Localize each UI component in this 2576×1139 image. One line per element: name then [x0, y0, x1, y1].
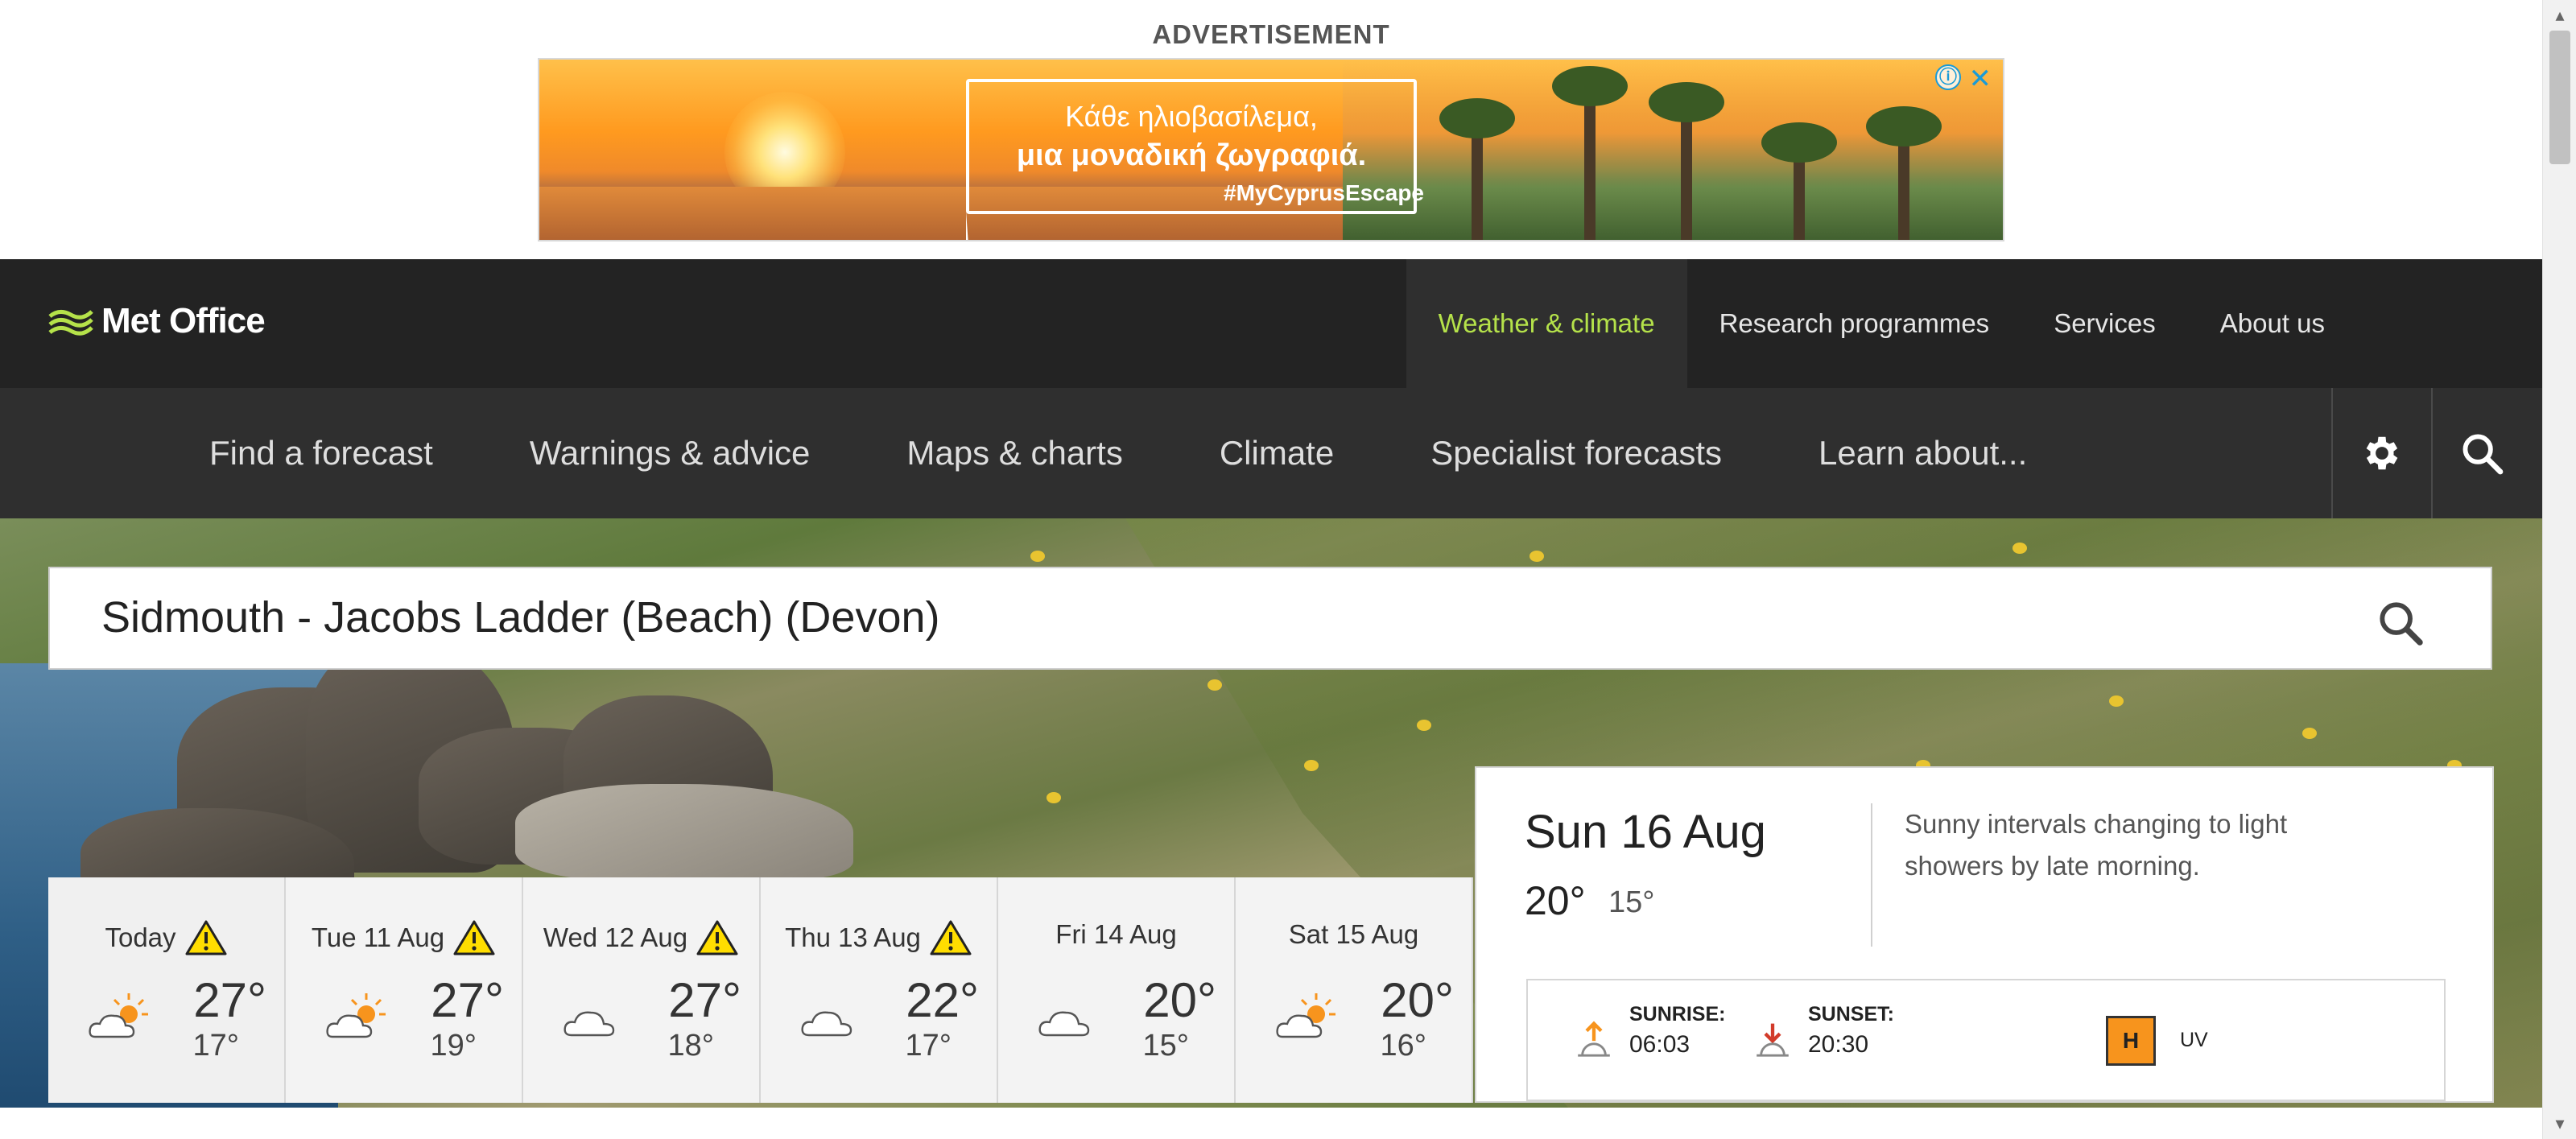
subnav-warnings-advice[interactable]: Warnings & advice: [481, 388, 859, 518]
warning-triangle-icon[interactable]: [452, 919, 496, 956]
met-office-logo-icon: [48, 310, 93, 336]
day-header: Wed 12 Aug: [523, 919, 759, 956]
cloud-icon: [801, 1011, 852, 1037]
cloud-icon: [1038, 1011, 1090, 1037]
ad-headline-line2: μια μοναδική ζωγραφιά.: [1016, 138, 1367, 172]
forecast-day-tab[interactable]: Today 27° 17°: [48, 877, 286, 1103]
detail-divider: [1871, 803, 1872, 947]
search-icon[interactable]: [2375, 597, 2426, 649]
warning-triangle-icon[interactable]: [929, 919, 972, 956]
primary-navigation: Met Office Weather & climate Research pr…: [0, 259, 2542, 388]
sunset-time: 20:30: [1808, 1031, 1869, 1058]
uv-label: UV: [2180, 1029, 2208, 1051]
sunny-intervals-icon: [89, 993, 148, 1038]
day-header: Fri 14 Aug: [998, 919, 1234, 950]
day-header: Today: [48, 919, 284, 956]
gear-icon: [2366, 436, 2398, 470]
scroll-thumb[interactable]: [2549, 31, 2570, 164]
sunny-intervals-icon: [1276, 993, 1335, 1038]
subnav-find-a-forecast[interactable]: Find a forecast: [161, 388, 481, 518]
detail-max-temp: 20°: [1525, 878, 1586, 923]
brand-name: Met Office: [101, 301, 266, 340]
day-header: Sat 15 Aug: [1236, 919, 1472, 950]
sunrise-time: 06:03: [1629, 1031, 1690, 1058]
subnav-maps-charts[interactable]: Maps & charts: [858, 388, 1170, 518]
day-header: Thu 13 Aug: [761, 919, 997, 956]
subnav-climate[interactable]: Climate: [1171, 388, 1382, 518]
sub-nav-links: Find a forecast Warnings & advice Maps &…: [161, 388, 2075, 518]
day-min-temp: 16°: [1380, 1029, 1426, 1063]
nav-research-programmes[interactable]: Research programmes: [1687, 259, 2022, 388]
day-max-temp: 20°: [1381, 973, 1454, 1027]
day-label: Tue 11 Aug: [311, 922, 445, 952]
day-min-temp: 19°: [430, 1029, 477, 1063]
uv-index-badge[interactable]: H: [2106, 1016, 2156, 1066]
nav-weather-climate[interactable]: Weather & climate: [1406, 259, 1687, 388]
subnav-specialist-forecasts[interactable]: Specialist forecasts: [1382, 388, 1770, 518]
day-label: Thu 13 Aug: [785, 922, 921, 952]
day-max-temp: 20°: [1143, 973, 1216, 1027]
sunset-icon: [1757, 1023, 1789, 1057]
met-office-logo[interactable]: Met Office: [48, 301, 266, 341]
ad-close-icon[interactable]: ✕: [1969, 63, 1992, 95]
sunny-intervals-icon: [326, 993, 386, 1038]
advertisement-label: ADVERTISEMENT: [1152, 19, 1390, 49]
day-detail-panel: Sun 16 Aug 20° 15° Sunny intervals chang…: [1475, 766, 2494, 1103]
scroll-up-arrow[interactable]: ▴: [2543, 3, 2576, 27]
cloud-icon: [564, 1011, 615, 1037]
top-nav-links: Weather & climate Research programmes Se…: [1406, 259, 2542, 388]
day-max-temp: 27°: [193, 973, 266, 1027]
forecast-day-tabs: Today 27° 17° Tue 11 Aug 27° 19° Wed 12 Aug 27°…: [48, 877, 1475, 1103]
day-max-temp: 27°: [668, 973, 741, 1027]
advertisement-banner[interactable]: Κάθε ηλιοβασίλεμα, μια μοναδική ζωγραφιά…: [538, 58, 2004, 241]
day-label: Fri 14 Aug: [1055, 919, 1177, 949]
ad-trees-graphic: [1343, 60, 2003, 240]
forecast-day-tab[interactable]: Sat 15 Aug 20° 16°: [1236, 877, 1473, 1103]
settings-button[interactable]: [2331, 388, 2431, 518]
page: ADVERTISEMENT Κάθε ηλιοβασίλεμα, μια μον…: [0, 0, 2576, 1139]
forecast-day-tab[interactable]: Tue 11 Aug 27° 19°: [286, 877, 523, 1103]
warning-triangle-icon[interactable]: [184, 919, 228, 956]
forecast-day-tab[interactable]: Wed 12 Aug 27° 18°: [523, 877, 761, 1103]
sunrise-label: SUNRISE:: [1629, 1003, 1726, 1026]
detail-summary: Sunny intervals changing to light shower…: [1905, 809, 2288, 881]
subnav-learn-about[interactable]: Learn about...: [1770, 388, 2075, 518]
site-search-button[interactable]: [2431, 388, 2531, 518]
detail-min-temp: 15°: [1608, 885, 1655, 919]
warning-triangle-icon[interactable]: [696, 919, 739, 956]
nav-about-us[interactable]: About us: [2188, 259, 2357, 388]
location-search-input[interactable]: Sidmouth - Jacobs Ladder (Beach) (Devon): [48, 567, 2492, 670]
sunset-label: SUNSET:: [1808, 1003, 1894, 1026]
day-max-temp: 22°: [906, 973, 979, 1027]
day-max-temp: 27°: [431, 973, 504, 1027]
forecast-day-tab[interactable]: Fri 14 Aug 20° 15°: [998, 877, 1236, 1103]
day-label: Today: [105, 922, 176, 952]
day-label: Sat 15 Aug: [1288, 919, 1419, 949]
sunset-item: SUNSET: 20:30: [1755, 1003, 1894, 1064]
secondary-navigation: Find a forecast Warnings & advice Maps &…: [0, 388, 2542, 518]
sunrise-icon: [1578, 1021, 1610, 1057]
day-header: Tue 11 Aug: [286, 919, 522, 956]
scroll-down-arrow[interactable]: ▾: [2543, 1112, 2576, 1136]
ad-hashtag: #MyCyprusEscape: [1224, 180, 1425, 205]
day-label: Wed 12 Aug: [543, 922, 688, 952]
search-icon: [2462, 434, 2504, 475]
ad-headline-line1: Κάθε ηλιοβασίλεμα,: [1065, 100, 1318, 133]
ad-info-icon[interactable]: ⓘ: [1935, 64, 1961, 90]
location-search-value: Sidmouth - Jacobs Ladder (Beach) (Devon): [101, 593, 940, 642]
forecast-day-tab[interactable]: Thu 13 Aug 22° 17°: [761, 877, 998, 1103]
day-min-temp: 18°: [667, 1029, 714, 1063]
detail-date: Sun 16 Aug: [1525, 806, 1766, 858]
sunrise-item: SUNRISE: 06:03: [1576, 1003, 1725, 1064]
sun-times-box: SUNRISE: 06:03 SUNSET: 20:30 H UV: [1526, 979, 2446, 1101]
day-min-temp: 17°: [192, 1029, 239, 1063]
nav-services[interactable]: Services: [2021, 259, 2188, 388]
page-scrollbar[interactable]: ▴ ▾: [2542, 0, 2576, 1139]
day-min-temp: 15°: [1142, 1029, 1189, 1063]
day-min-temp: 17°: [905, 1029, 952, 1063]
